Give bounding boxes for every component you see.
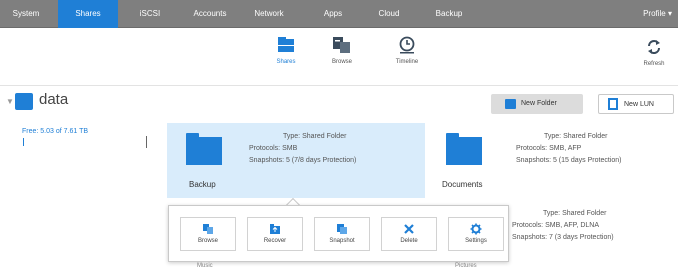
share-type: Type: Shared Folder xyxy=(283,133,347,140)
sub-toolbar: Shares Browse Timeline Refresh xyxy=(0,28,678,82)
timeline-clock-icon xyxy=(399,36,415,54)
share-name: Backup xyxy=(189,180,216,189)
subtab-browse-label: Browse xyxy=(331,59,352,65)
share-card-backup[interactable]: Backup Type: Shared Folder Protocols: SM… xyxy=(167,123,425,198)
volume-icon xyxy=(15,93,33,110)
delete-label: Delete xyxy=(400,238,418,244)
tab-apps[interactable]: Apps xyxy=(306,0,360,28)
tab-accounts[interactable]: Accounts xyxy=(182,0,238,28)
recover-icon xyxy=(270,224,280,234)
folder-icon xyxy=(505,99,516,109)
subtab-timeline[interactable]: Timeline xyxy=(382,36,432,65)
share-name-peek: Pictures xyxy=(455,263,477,269)
subtab-browse[interactable]: Browse xyxy=(317,36,367,65)
app-window: System Shares iSCSI Accounts Network App… xyxy=(0,0,678,269)
share-details: Type: Shared Folder Protocols: SMB, AFP,… xyxy=(512,208,614,244)
share-snapshots: Snapshots: 5 (15 days Protection) xyxy=(516,157,622,164)
settings-button[interactable]: Settings xyxy=(448,217,504,251)
new-lun-label: New LUN xyxy=(624,101,654,108)
share-protocols: Protocols: SMB, AFP xyxy=(516,145,582,152)
folder-icon xyxy=(446,133,482,165)
share-details: Type: Shared Folder Protocols: SMB, AFP … xyxy=(516,131,621,167)
volume-usage: Free: 5.03 of 7.61 TB xyxy=(22,128,89,135)
share-type: Type: Shared Folder xyxy=(544,133,608,140)
tab-cloud[interactable]: Cloud xyxy=(362,0,416,28)
volume-name: data xyxy=(39,91,69,108)
subtab-timeline-label: Timeline xyxy=(395,59,419,65)
snapshot-icon xyxy=(337,224,347,234)
refresh-label: Refresh xyxy=(643,61,665,67)
top-nav: System Shares iSCSI Accounts Network App… xyxy=(0,0,678,28)
share-snapshots: Snapshots: 5 (7/8 days Protection) xyxy=(249,157,357,164)
tab-network[interactable]: Network xyxy=(240,0,298,28)
share-snapshots: Snapshots: 7 (3 days Protection) xyxy=(512,234,614,241)
snapshot-button[interactable]: Snapshot xyxy=(314,217,370,251)
new-folder-label: New Folder xyxy=(521,100,557,107)
recover-button[interactable]: Recover xyxy=(247,217,303,251)
pane-separator xyxy=(146,136,147,148)
tab-iscsi[interactable]: iSCSI xyxy=(124,0,176,28)
browse-icon xyxy=(333,37,350,53)
tab-backup[interactable]: Backup xyxy=(418,0,480,28)
share-details: Type: Shared Folder Protocols: SMB Snaps… xyxy=(249,131,356,167)
toolbar-divider xyxy=(0,85,678,86)
gear-icon xyxy=(470,223,482,235)
snapshot-label: Snapshot xyxy=(329,238,355,244)
delete-button[interactable]: Delete xyxy=(381,217,437,251)
new-lun-button[interactable]: New LUN xyxy=(598,94,674,114)
browse-label: Browse xyxy=(197,238,218,244)
share-card-third[interactable]: Type: Shared Folder Protocols: SMB, AFP,… xyxy=(512,206,678,256)
subtab-shares[interactable]: Shares xyxy=(261,36,311,65)
refresh-icon xyxy=(648,40,660,54)
tab-shares[interactable]: Shares xyxy=(58,0,118,28)
new-folder-button[interactable]: New Folder xyxy=(491,94,583,114)
share-protocols: Protocols: SMB, AFP, DLNA xyxy=(512,222,600,229)
recover-label: Recover xyxy=(263,238,287,244)
share-card-documents[interactable]: Documents Type: Shared Folder Protocols:… xyxy=(440,123,676,198)
folder-icon xyxy=(186,133,222,165)
share-action-popup: Browse Recover Snapshot Delete Settings xyxy=(168,205,509,262)
tab-system[interactable]: System xyxy=(0,0,52,28)
settings-label: Settings xyxy=(465,238,487,244)
profile-menu[interactable]: Profile ▾ xyxy=(643,0,672,28)
lun-icon xyxy=(608,98,618,110)
share-name-peek: Music xyxy=(197,263,213,269)
collapse-chevron-icon[interactable]: ▼ xyxy=(6,97,14,106)
share-protocols: Protocols: SMB xyxy=(249,145,298,152)
refresh-button[interactable]: Refresh xyxy=(636,38,672,67)
folder-stack-icon xyxy=(278,37,294,52)
browse-button[interactable]: Browse xyxy=(180,217,236,251)
share-name: Documents xyxy=(442,180,483,189)
subtab-shares-label: Shares xyxy=(276,59,296,65)
delete-x-icon xyxy=(404,224,414,234)
share-type: Type: Shared Folder xyxy=(543,210,607,217)
browse-icon xyxy=(203,224,213,234)
usage-marker xyxy=(23,138,24,146)
